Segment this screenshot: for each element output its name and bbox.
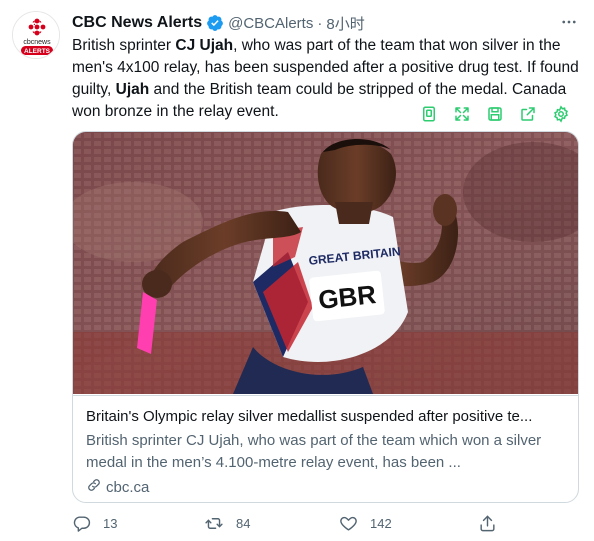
svg-text:GBR: GBR (317, 279, 378, 315)
card-image[interactable]: GBR GREAT BRITAIN (73, 132, 578, 394)
cbc-gem-logo: cbcnews ALERTS (13, 12, 59, 58)
like-count: 142 (370, 516, 392, 531)
account-name[interactable]: CBC News Alerts (72, 14, 202, 32)
verified-badge-icon (206, 14, 224, 32)
share-icon[interactable] (511, 99, 544, 129)
more-options-icon[interactable] (558, 12, 580, 32)
svg-text:ALERTS: ALERTS (24, 48, 51, 55)
expand-icon[interactable] (445, 99, 478, 129)
retweet-icon (204, 514, 224, 533)
reply-icon (72, 514, 91, 533)
tweet-text-bold: CJ Ujah (175, 37, 234, 54)
link-card[interactable]: GBR GREAT BRITAIN Britain's Olympic rela… (72, 131, 579, 503)
tweet[interactable]: cbcnews ALERTS CBC News Alerts @CBCAlert… (0, 0, 594, 541)
upload-icon (478, 514, 497, 533)
card-domain-text: cbc.ca (106, 479, 150, 496)
card-domain: cbc.ca (86, 477, 567, 499)
retweet-count: 84 (236, 516, 251, 531)
tweet-header: CBC News Alerts @CBCAlerts · 8小时 (72, 12, 574, 34)
svg-text:cbcnews: cbcnews (23, 39, 51, 46)
account-handle[interactable]: @CBCAlerts (228, 15, 313, 32)
tweet-actions: 13 84 142 (72, 514, 502, 536)
retweet-button[interactable]: 84 (204, 514, 250, 533)
share-button[interactable] (478, 514, 497, 533)
card-description: British sprinter CJ Ujah, who was part o… (86, 432, 542, 471)
link-icon (86, 477, 102, 499)
tweet-timestamp[interactable]: 8小时 (326, 13, 364, 34)
copy-icon[interactable] (412, 99, 445, 129)
reply-button[interactable]: 13 (72, 514, 117, 533)
reply-count: 13 (103, 516, 118, 531)
card-title[interactable]: Britain's Olympic relay silver medallist… (86, 407, 567, 427)
account-avatar[interactable]: cbcnews ALERTS (12, 11, 60, 59)
tweet-text-bold: Ujah (115, 81, 150, 98)
extension-toolbar (412, 99, 577, 129)
settings-icon[interactable] (544, 99, 577, 129)
separator-dot: · (317, 14, 323, 32)
card-body[interactable]: Britain's Olympic relay silver medallist… (73, 395, 578, 499)
save-icon[interactable] (478, 99, 511, 129)
like-button[interactable]: 142 (339, 514, 392, 533)
tweet-text-run: British sprinter (72, 37, 176, 54)
heart-icon (339, 514, 358, 533)
